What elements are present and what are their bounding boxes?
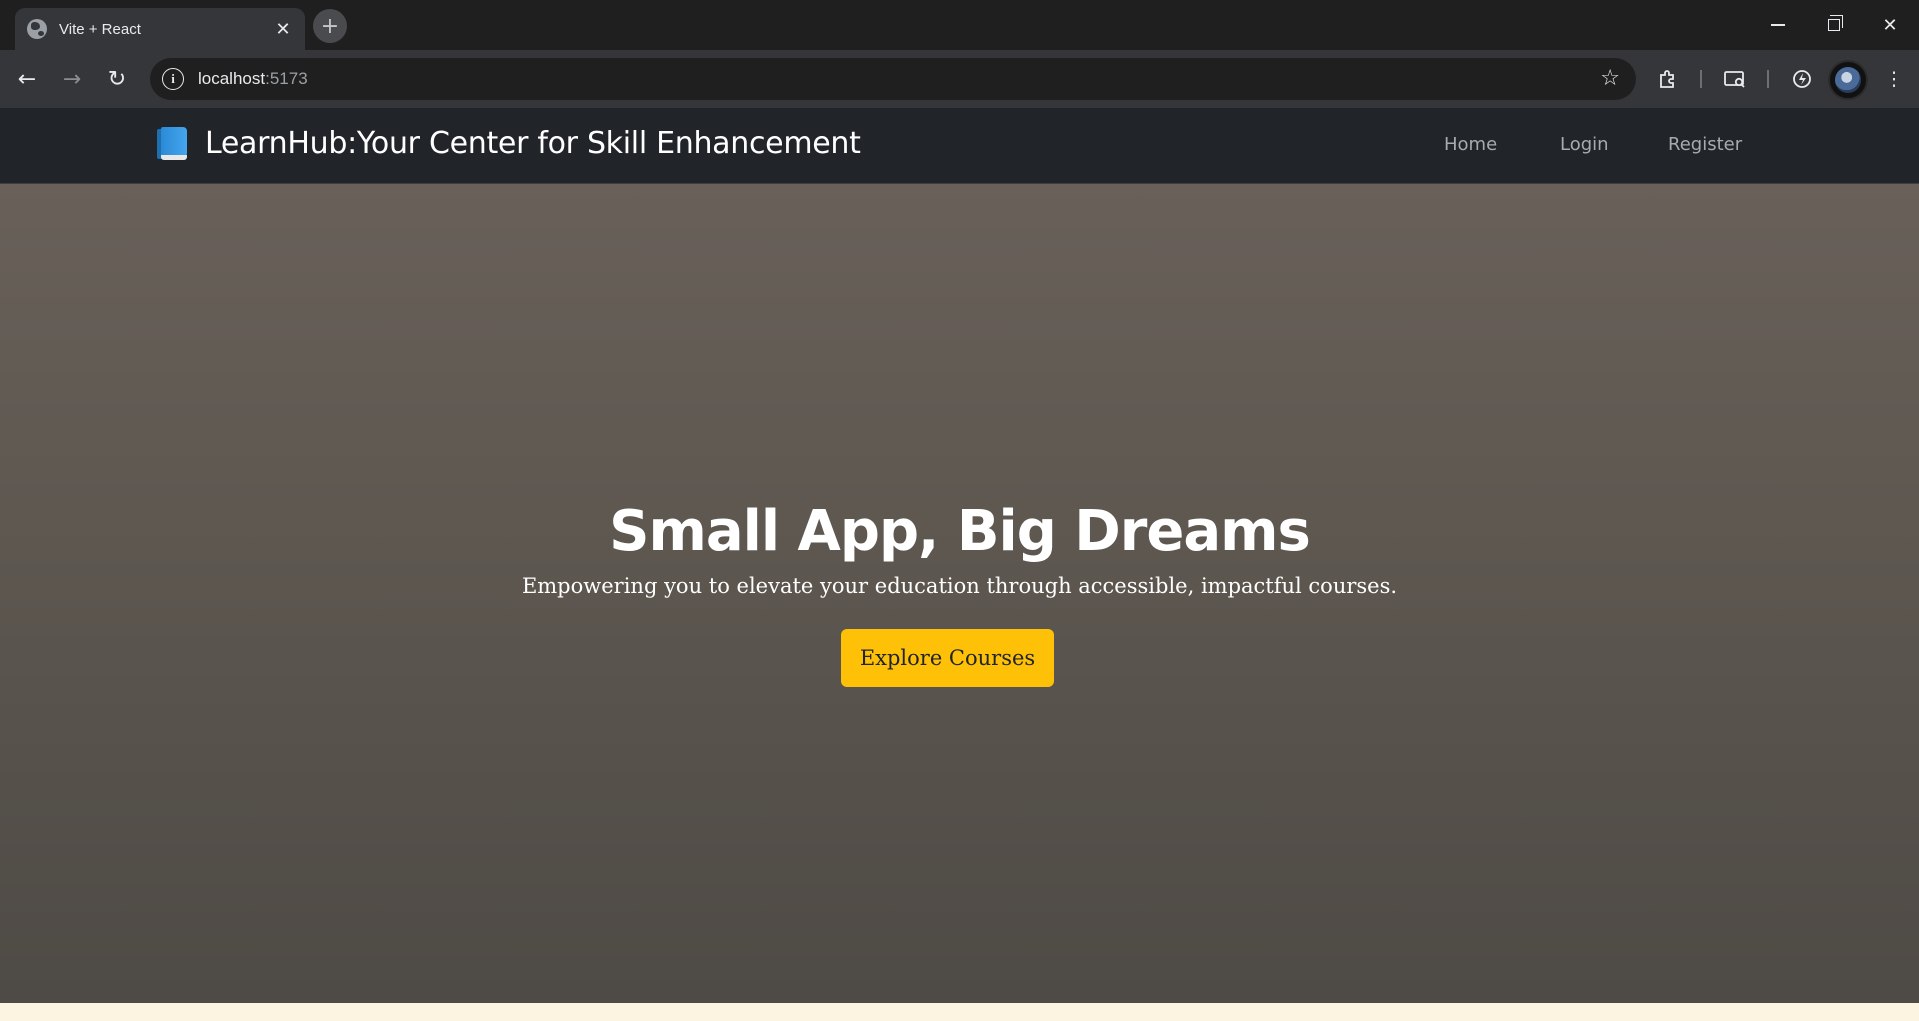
restore-window-button[interactable] (1806, 8, 1862, 42)
forward-button[interactable]: → (54, 61, 90, 97)
restore-icon (1828, 15, 1843, 31)
browser-tabstrip: Vite + React ✕ + ✕ (0, 0, 1919, 50)
explore-courses-button[interactable]: Explore Courses (841, 629, 1054, 687)
book-icon (157, 126, 187, 161)
avatar-image (1835, 67, 1861, 93)
reload-button[interactable]: ↻ (99, 61, 135, 97)
app-navbar: LearnHub:Your Center for Skill Enhanceme… (0, 108, 1919, 184)
new-tab-button[interactable]: + (313, 9, 347, 43)
address-bar[interactable]: i localhost:5173 ☆ (150, 58, 1636, 100)
back-button[interactable]: ← (9, 61, 45, 97)
toolbar-separator (1700, 70, 1702, 88)
url-port: :5173 (265, 69, 308, 88)
toolbar-separator (1767, 70, 1769, 88)
tab-title: Vite + React (59, 20, 141, 38)
url-text[interactable]: localhost:5173 (198, 69, 308, 89)
hero-subtitle: Empowering you to elevate your education… (521, 574, 1398, 598)
nav-link-login[interactable]: Login (1560, 134, 1609, 155)
close-window-button[interactable]: ✕ (1862, 8, 1918, 42)
browser-tab[interactable]: Vite + React ✕ (15, 8, 305, 50)
bookmark-star-icon[interactable]: ☆ (1600, 66, 1620, 91)
browser-toolbar: ← → ↻ i localhost:5173 ☆ ⋮ (0, 50, 1919, 108)
performance-icon[interactable] (1784, 61, 1820, 97)
hero-section: Small App, Big Dreams Empowering you to … (0, 184, 1919, 1003)
extensions-icon[interactable] (1650, 61, 1686, 97)
page-footer-strip (0, 1003, 1919, 1021)
globe-icon (27, 19, 47, 39)
cast-search-icon[interactable] (1717, 61, 1753, 97)
browser-menu-icon[interactable]: ⋮ (1876, 61, 1912, 97)
nav-link-home[interactable]: Home (1444, 134, 1497, 155)
minimize-window-button[interactable] (1750, 8, 1806, 42)
url-host: localhost (198, 69, 266, 88)
profile-avatar[interactable] (1828, 60, 1868, 100)
brand-link[interactable]: LearnHub:Your Center for Skill Enhanceme… (157, 126, 861, 161)
brand-title: LearnHub:Your Center for Skill Enhanceme… (205, 126, 861, 161)
nav-link-register[interactable]: Register (1668, 134, 1742, 155)
hero-title: Small App, Big Dreams (609, 499, 1311, 564)
site-info-icon[interactable]: i (162, 68, 184, 90)
tab-close-icon[interactable]: ✕ (273, 19, 293, 40)
